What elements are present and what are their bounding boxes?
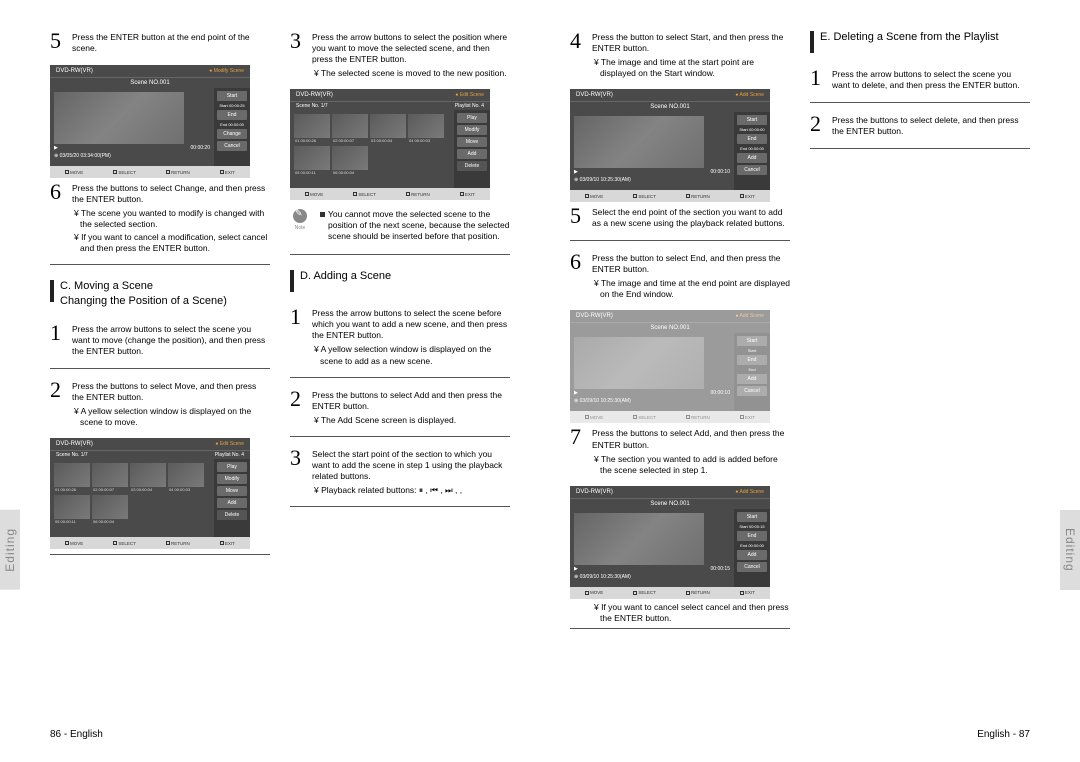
screen-nav: MOVE SELECT RETURN EXIT [50,537,250,549]
page-footer-left: 86 - English [50,729,103,740]
end-time: End 00:00:00 [217,122,247,127]
page-86: Editing 5 Press the ENTER button at the … [0,0,540,762]
step-text: Press the arrow buttons to select the sc… [832,69,1030,91]
p86-col2: 3 Press the arrow buttons to select the … [290,30,510,720]
thumb [168,463,204,487]
screen-top-left: DVD-RW(VR) [56,68,93,74]
screen-add-scene-1: DVD-RW(VR)● Add Scene Scene NO.001 ▶00:0… [570,89,770,199]
step-text: Press the ENTER button at the end point … [72,32,270,54]
step-number: 6 [570,251,592,302]
step-text: Press the buttons to select Add, and the… [592,428,790,450]
step-number: 2 [50,379,72,430]
bullet: ¥ The Add Scene screen is displayed. [312,415,510,426]
section-c-heading: C. Moving a SceneChanging the Position o… [50,279,270,308]
step-text: Press the buttons to select Move, and th… [72,381,270,403]
step-number: 4 [570,30,592,81]
step-text: Press the arrow buttons to select the sc… [312,308,510,341]
bullet: ¥ The selected scene is moved to the new… [312,68,510,79]
bullet: ¥ A yellow selection window is displayed… [72,406,270,428]
step-text: Press the button to select End, and then… [592,253,790,275]
preview-image [54,92,184,144]
btn-play: Play [217,462,247,472]
bullet: ¥ Playback related buttons: ⏸ , ⏮ , ⏭ , … [312,485,510,496]
page-footer-right: English - 87 [977,729,1030,740]
btn-end: End [217,110,247,120]
section-e-heading: E. Deleting a Scene from the Playlist [810,30,1030,53]
bullet: ¥ The image and time at the end point ar… [592,278,790,300]
step-text: Press the buttons to select delete, and … [832,115,1030,137]
timestamp: ⊕ 03/05/20 03:34:00(PM) [54,152,210,160]
thumb [92,463,128,487]
scene-no: Scene No. 1/7 [56,452,88,458]
step-number: 5 [570,205,592,232]
btn-cancel: Cancel [217,141,247,151]
step-number: 1 [50,322,72,360]
note-icon: Note [290,209,310,242]
step-number: 3 [290,30,312,81]
step-number: 1 [290,306,312,368]
step-number: 6 [50,181,72,256]
step-text: Press the arrow buttons to select the sc… [72,324,270,357]
screen-modify-scene: DVD-RW(VR) ● Modify Scene Scene NO.001 ▶… [50,65,250,175]
screen-add-scene-dim: DVD-RW(VR)● Add Scene Scene NO.001 ▶00:0… [570,310,770,420]
page-spread: Editing 5 Press the ENTER button at the … [0,0,1080,762]
start-time: Start 00:00:25 [217,103,247,108]
btn-delete: Delete [217,510,247,520]
screen-top-right: ● Modify Scene [209,68,244,74]
step-number: 5 [50,30,72,57]
step-number: 3 [290,447,312,498]
step-text: Press the buttons to select Add and then… [312,390,510,412]
thumb [54,463,90,487]
screen-subtitle: Scene NO.001 [50,78,250,88]
thumb [92,495,128,519]
thumb [130,463,166,487]
btn-start: Start [217,91,247,101]
bullet: ¥ The scene you wanted to modify is chan… [72,208,270,230]
note-box: Note You cannot move the selected scene … [290,209,510,242]
step-number: 1 [810,67,832,94]
screen-edit-scene-2: DVD-RW(VR) ● Edit Scene Scene No. 1/7Pla… [290,89,490,199]
bullet: ¥ A yellow selection window is displayed… [312,344,510,366]
bullet: ¥ The image and time at the start point … [592,57,790,79]
step-text: Press the buttons to select Change, and … [72,183,270,205]
step-number: 7 [570,426,592,477]
screen-edit-scene: DVD-RW(VR) ● Edit Scene Scene No. 1/7 Pl… [50,438,250,548]
p87-col2: E. Deleting a Scene from the Playlist 1 … [810,30,1030,720]
bullet: ¥ The section you wanted to add is added… [592,454,790,476]
btn-modify: Modify [217,474,247,484]
screen-top-left: DVD-RW(VR) [56,441,93,447]
side-tab-right: Editing [1060,510,1080,590]
step-number: 2 [290,388,312,428]
page-87: Editing 4 Press the button to select Sta… [540,0,1080,762]
section-d-heading: D. Adding a Scene [290,269,510,292]
side-tab-left: Editing [0,510,20,590]
screen-add-scene-3: DVD-RW(VR)● Add Scene Scene NO.001 ▶00:0… [570,486,770,596]
step-text: Press the arrow buttons to select the po… [312,32,510,65]
screen-top-right: ● Edit Scene [215,441,244,447]
btn-change: Change [217,129,247,139]
note-text: You cannot move the selected scene to th… [318,209,510,242]
p87-col1: 4 Press the button to select Start, and … [570,30,790,720]
btn-add: Add [217,498,247,508]
btn-move: Move [217,486,247,496]
step-text: Press the button to select Start, and th… [592,32,790,54]
p86-col1: 5 Press the ENTER button at the end poin… [50,30,270,720]
bullet: ¥ If you want to cancel select cancel an… [592,602,790,624]
screen-nav: MOVE SELECT RETURN EXIT [50,166,250,178]
step-text: Select the start point of the section to… [312,449,510,482]
step-text: Select the end point of the section you … [592,207,790,229]
thumb [54,495,90,519]
playlist-no: Playlist No. 4 [215,452,244,458]
timecode: ▶00:00:20 [54,144,210,152]
bullet: ¥ If you want to cancel a modification, … [72,232,270,254]
step-number: 2 [810,113,832,140]
